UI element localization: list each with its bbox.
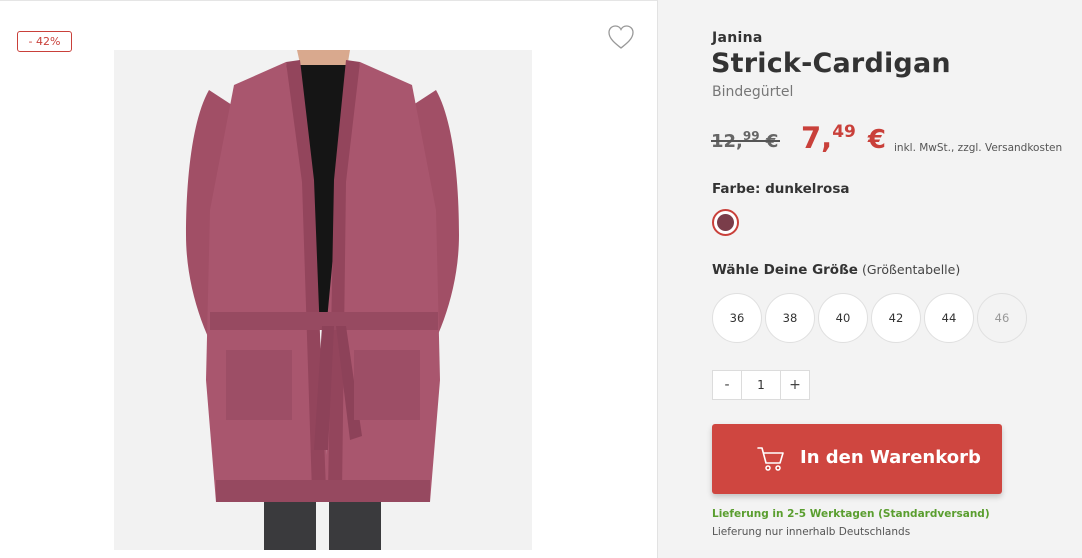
add-to-cart-button[interactable]: In den Warenkorb <box>712 424 1002 494</box>
discount-badge: - 42% <box>17 31 72 52</box>
product-image[interactable] <box>114 50 532 550</box>
product-subtitle: Bindegürtel <box>712 84 794 100</box>
product-gallery: - 42% <box>0 0 658 558</box>
size-label: Wähle Deine Größe (Größentabelle) <box>712 262 960 278</box>
size-option-36[interactable]: 36 <box>712 293 762 343</box>
product-title: Strick-Cardigan <box>711 48 951 79</box>
color-swatch-dot <box>717 214 734 231</box>
sale-price-main: 7, <box>801 121 833 155</box>
quantity-decrease-button[interactable]: - <box>713 371 742 399</box>
wishlist-button[interactable] <box>606 23 636 51</box>
color-label: Farbe: dunkelrosa <box>712 181 850 197</box>
sale-price: 7,49 € <box>801 121 886 155</box>
heart-outline-icon <box>608 25 634 49</box>
sale-price-cents: 49 <box>832 122 856 142</box>
quantity-stepper: - + <box>712 370 810 400</box>
cardigan-model-illustration <box>114 50 532 550</box>
size-label-text: Wähle Deine Größe <box>712 262 858 278</box>
color-swatch-dunkelrosa[interactable] <box>712 209 739 236</box>
delivery-time: Lieferung in 2-5 Werktagen (Standardvers… <box>712 508 990 520</box>
size-option-40[interactable]: 40 <box>818 293 868 343</box>
quantity-input[interactable] <box>742 371 780 399</box>
size-option-46[interactable]: 46 <box>977 293 1027 343</box>
product-details: Janina Strick-Cardigan Bindegürtel 12,99… <box>659 0 1082 558</box>
size-option-44[interactable]: 44 <box>924 293 974 343</box>
old-price: 12,99 € <box>711 129 781 152</box>
shopping-cart-icon <box>757 447 784 471</box>
strikethrough-line <box>711 140 781 142</box>
brand-name[interactable]: Janina <box>712 30 763 46</box>
size-option-42[interactable]: 42 <box>871 293 921 343</box>
tax-note[interactable]: inkl. MwSt., zzgl. Versandkosten <box>894 142 1062 154</box>
quantity-increase-button[interactable]: + <box>780 371 809 399</box>
delivery-region: Lieferung nur innerhalb Deutschlands <box>712 526 911 538</box>
size-option-38[interactable]: 38 <box>765 293 815 343</box>
add-to-cart-label: In den Warenkorb <box>800 447 981 468</box>
sale-price-currency: € <box>867 125 886 155</box>
size-chart-link[interactable]: (Größentabelle) <box>862 262 960 277</box>
